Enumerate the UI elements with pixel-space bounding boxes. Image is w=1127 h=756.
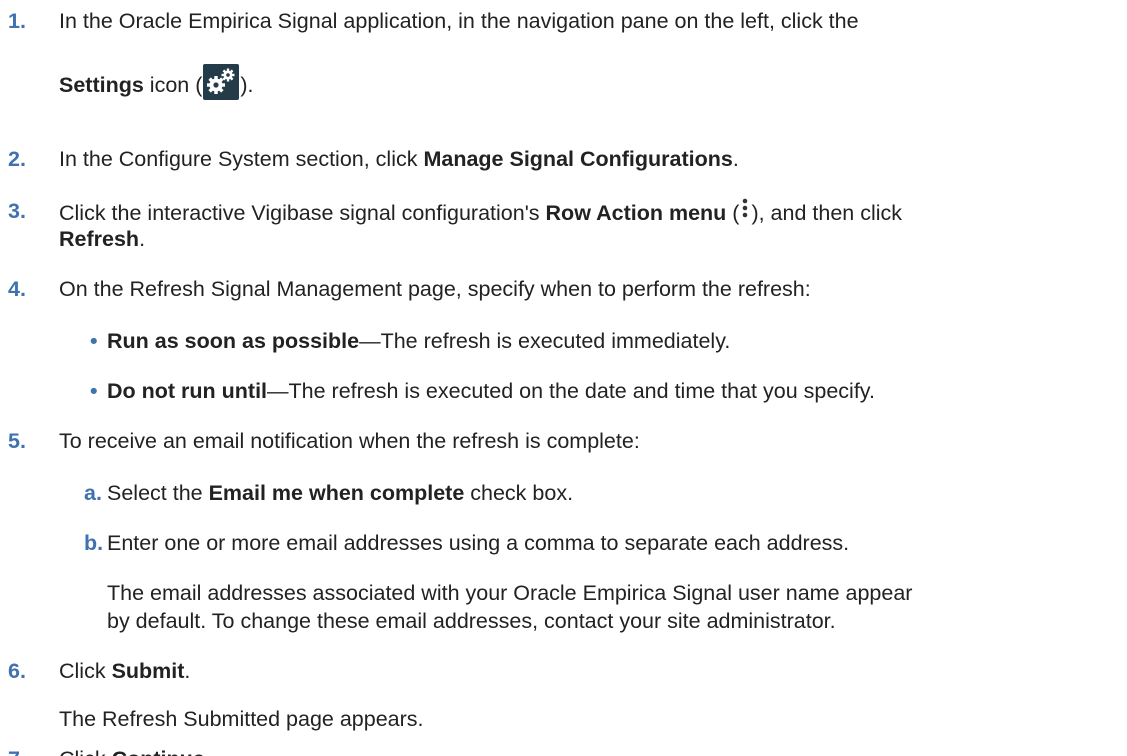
step-number: 5. bbox=[8, 429, 26, 453]
continue-label: Continue bbox=[112, 747, 205, 756]
bullet-marker: • bbox=[90, 379, 98, 403]
submit-label: Submit bbox=[111, 659, 185, 683]
row-action-kebab-icon bbox=[741, 198, 749, 220]
bullet-marker: • bbox=[90, 329, 98, 353]
settings-label: Settings bbox=[59, 73, 144, 97]
step-number: 3. bbox=[8, 199, 26, 223]
substep-letter: b. bbox=[84, 531, 104, 555]
step-number: 7. bbox=[8, 746, 26, 756]
step-number: 2. bbox=[8, 147, 26, 171]
row-action-menu-label: Row Action menu bbox=[545, 201, 727, 225]
manage-signal-configurations-label: Manage Signal Configurations bbox=[423, 147, 733, 171]
step-number: 4. bbox=[8, 277, 26, 301]
step-text: On the Refresh Signal Management page, s… bbox=[59, 277, 811, 301]
step-text: To receive an email notification when th… bbox=[59, 429, 640, 453]
step-number: 1. bbox=[8, 9, 26, 33]
procedure-document: 1. In the Oracle Empirica Signal applica… bbox=[0, 0, 1127, 756]
refresh-label: Refresh bbox=[59, 227, 140, 251]
settings-gear-icon bbox=[203, 64, 240, 100]
email-me-when-complete-label: Email me when complete bbox=[208, 481, 465, 505]
step-number: 6. bbox=[8, 659, 26, 683]
step-text: In the Oracle Empirica Signal applicatio… bbox=[59, 9, 859, 33]
substep-letter: a. bbox=[84, 481, 102, 505]
